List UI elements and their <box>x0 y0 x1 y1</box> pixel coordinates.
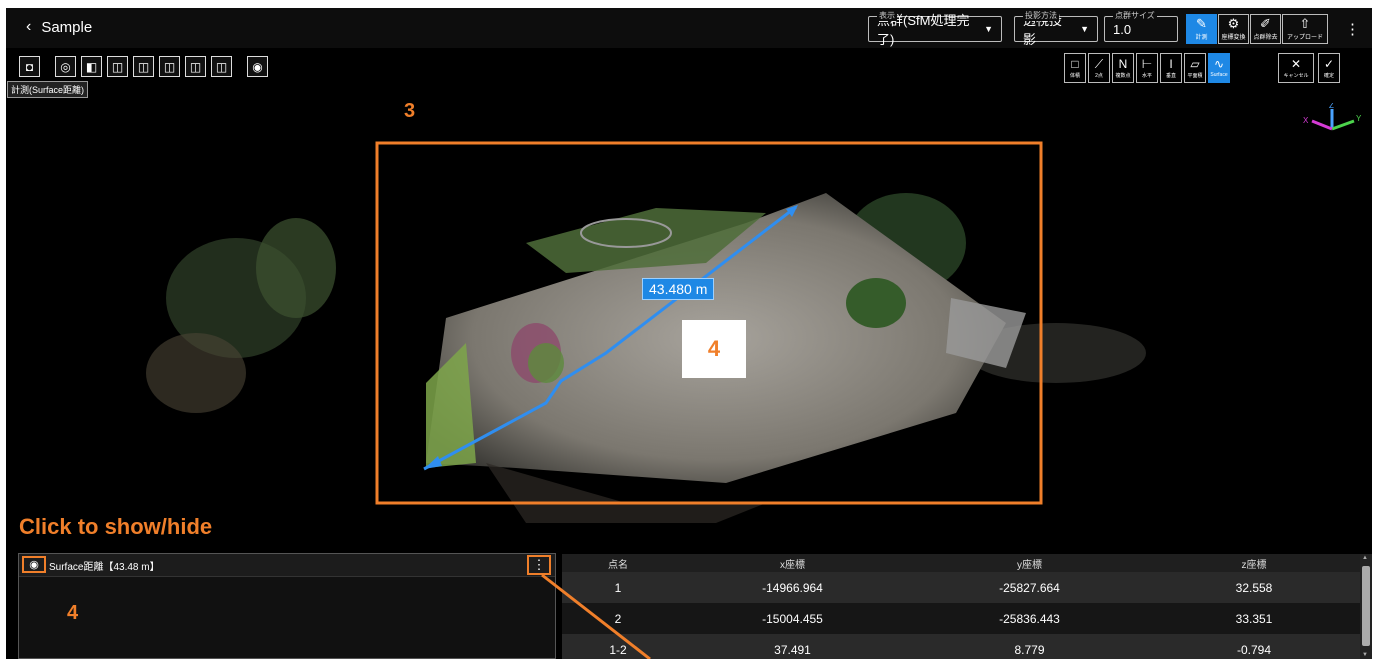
callout-line <box>541 573 651 659</box>
